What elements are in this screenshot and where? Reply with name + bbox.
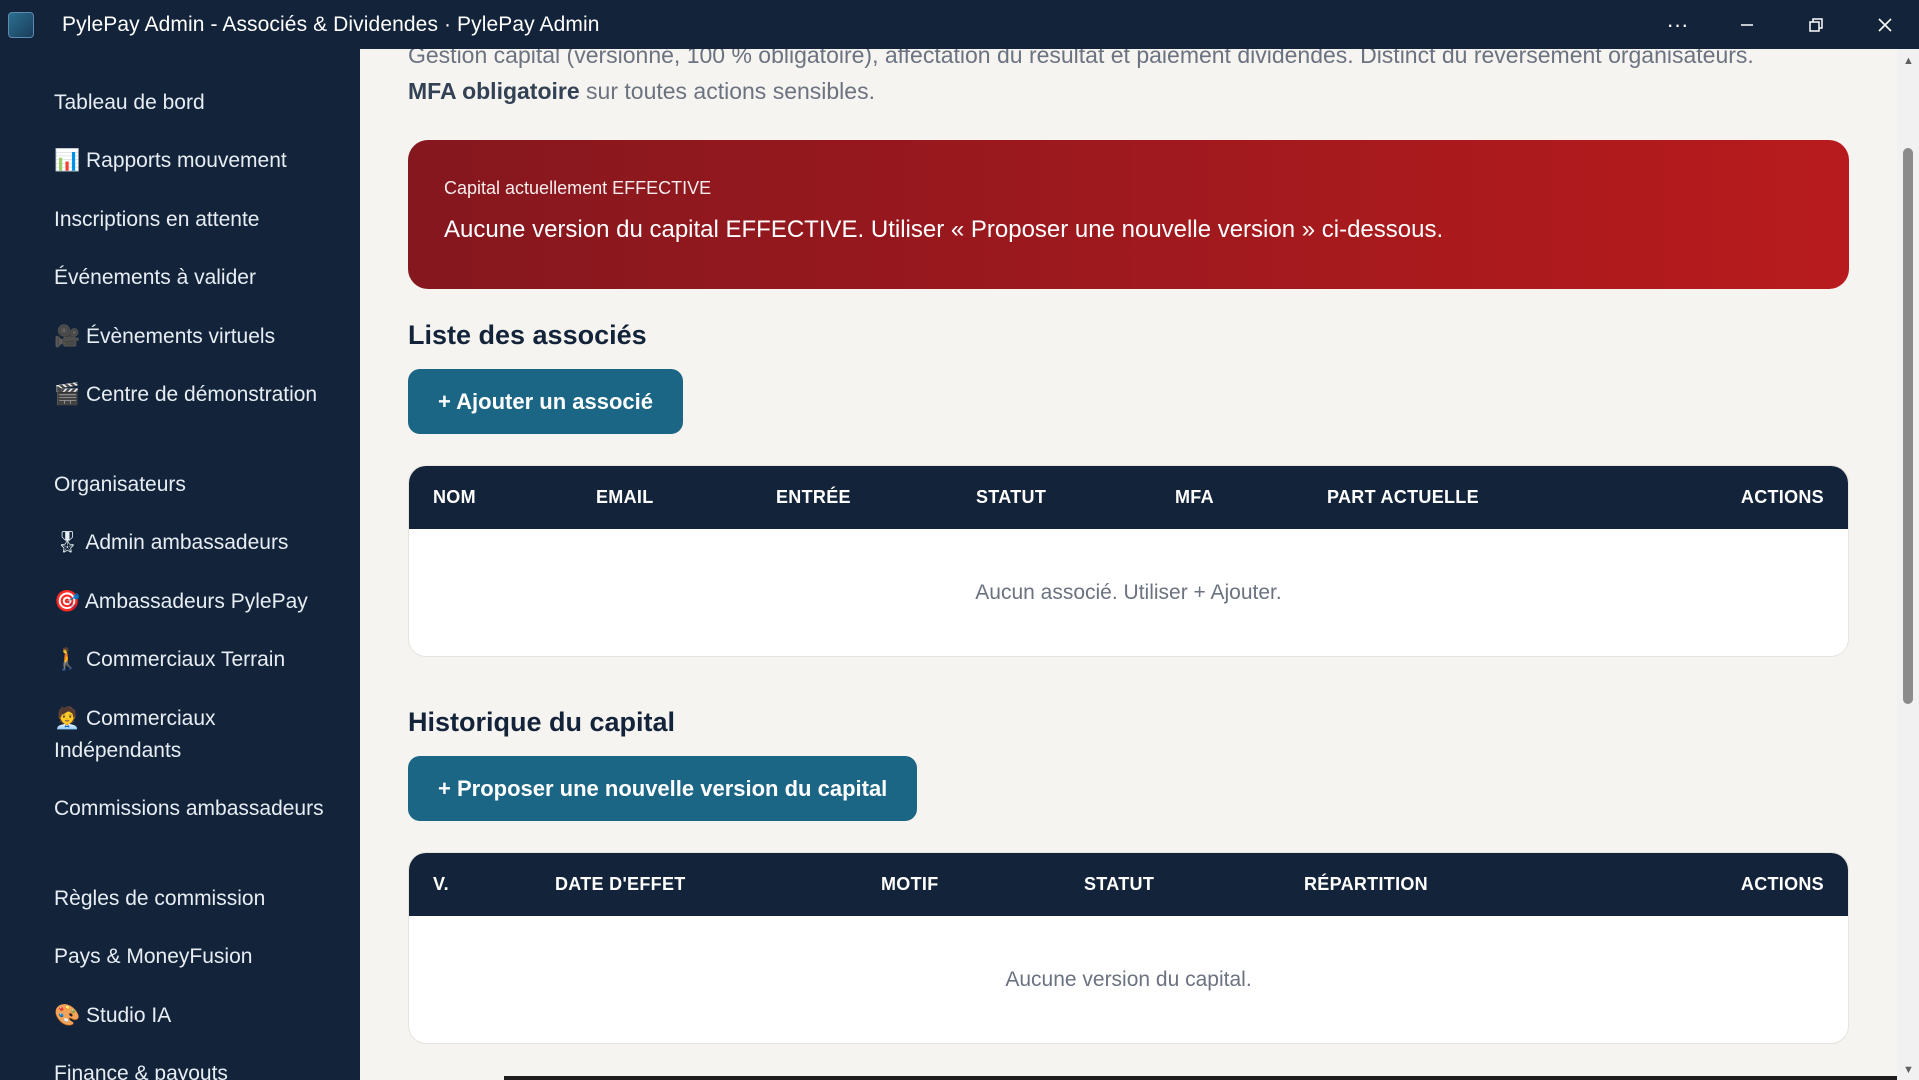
- sidebar-item-dashboard[interactable]: Tableau de bord: [54, 87, 334, 119]
- horizontal-scrollbar[interactable]: [504, 1076, 1897, 1080]
- column-header-actions: ACTIONS: [1740, 874, 1824, 894]
- capital-table-header: V. DATE D'EFFET MOTIF STATUT RÉPARTITION…: [409, 853, 1848, 916]
- vertical-scrollbar[interactable]: ▲ ▼: [1897, 49, 1919, 1080]
- sidebar-item-virtual-events[interactable]: 🎥 Évènements virtuels: [54, 321, 334, 353]
- associates-table-header: NOM EMAIL ENTRÉE STATUT MFA PART ACTUELL…: [409, 466, 1848, 529]
- sidebar-item-pending-registrations[interactable]: Inscriptions en attente: [54, 204, 334, 236]
- associates-empty-state: Aucun associé. Utiliser + Ajouter.: [975, 581, 1282, 604]
- sidebar-item-organizers[interactable]: Organisateurs: [54, 469, 334, 501]
- column-header-version[interactable]: V.: [433, 853, 449, 916]
- more-options-button[interactable]: ···: [1643, 0, 1712, 49]
- scroll-down-arrow-icon[interactable]: ▼: [1903, 1064, 1914, 1076]
- intro-text: Gestion capital (versionné, 100 % obliga…: [408, 49, 1754, 68]
- associates-section-title: Liste des associés: [408, 320, 647, 350]
- close-button[interactable]: [1850, 0, 1919, 49]
- capital-history-table: V. DATE D'EFFET MOTIF STATUT RÉPARTITION…: [408, 852, 1849, 1044]
- associates-table-body: Aucun associé. Utiliser + Ajouter.: [409, 529, 1848, 656]
- window-controls: ···: [1643, 0, 1919, 49]
- restore-icon: [1808, 17, 1823, 32]
- sidebar-item-ambassadors[interactable]: 🎯 Ambassadeurs PylePay: [54, 586, 334, 618]
- column-header-repartition[interactable]: RÉPARTITION: [1304, 853, 1428, 916]
- close-icon: [1877, 17, 1892, 32]
- add-associate-button[interactable]: + Ajouter un associé: [408, 369, 683, 434]
- sidebar-item-ambassador-commissions[interactable]: Commissions ambassadeurs: [54, 793, 334, 825]
- sidebar-nav: Tableau de bord 📊 Rapports mouvement Ins…: [0, 49, 360, 1080]
- capital-alert: Capital actuellement EFFECTIVE Aucune ve…: [408, 140, 1849, 289]
- sidebar-item-finance-payouts[interactable]: Finance & payouts: [54, 1058, 334, 1080]
- column-header-motif[interactable]: MOTIF: [881, 853, 939, 916]
- sidebar-item-countries[interactable]: Pays & MoneyFusion: [54, 941, 334, 973]
- scroll-up-arrow-icon[interactable]: ▲: [1903, 55, 1914, 67]
- sidebar-item-commission-rules[interactable]: Règles de commission: [54, 883, 334, 915]
- propose-capital-version-button[interactable]: + Proposer une nouvelle version du capit…: [408, 756, 918, 821]
- minimize-icon: [1740, 23, 1753, 26]
- restore-button[interactable]: [1781, 0, 1850, 49]
- column-header-statut[interactable]: STATUT: [976, 466, 1046, 529]
- sidebar-item-demo-center[interactable]: 🎬 Centre de démonstration: [54, 379, 334, 411]
- column-header-nom[interactable]: NOM: [433, 466, 476, 529]
- sidebar-item-independent-sales[interactable]: 🧑‍💼 Commerciaux Indépendants: [54, 703, 334, 767]
- capital-history-section-title: Historique du capital: [408, 707, 676, 737]
- sidebar-item-ambassador-admin[interactable]: 🎖 Admin ambassadeurs: [54, 527, 334, 559]
- capital-empty-state: Aucune version du capital.: [1005, 968, 1252, 991]
- column-header-entree[interactable]: ENTRÉE: [776, 466, 851, 529]
- app-logo-icon: [8, 11, 34, 38]
- sidebar-item-field-sales[interactable]: 🚶 Commerciaux Terrain: [54, 644, 334, 676]
- scrollbar-thumb[interactable]: [1903, 148, 1913, 704]
- minimize-button[interactable]: [1712, 0, 1781, 49]
- column-header-part-actuelle[interactable]: PART ACTUELLE: [1327, 466, 1479, 529]
- column-header-email[interactable]: EMAIL: [596, 466, 654, 529]
- column-header-statut[interactable]: STATUT: [1084, 853, 1154, 916]
- page-description: Gestion capital (versionné, 100 % obliga…: [408, 49, 1878, 109]
- sidebar-item-events-to-validate[interactable]: Événements à valider: [54, 262, 334, 294]
- sidebar-item-ai-studio[interactable]: 🎨 Studio IA: [54, 1000, 334, 1032]
- column-header-mfa[interactable]: MFA: [1175, 466, 1214, 529]
- window-title: PylePay Admin - Associés & Dividendes · …: [62, 12, 600, 36]
- intro-mfa-emphasis: MFA obligatoire: [408, 78, 580, 104]
- column-header-date-effet[interactable]: DATE D'EFFET: [555, 853, 686, 916]
- alert-message: Aucune version du capital EFFECTIVE. Uti…: [444, 216, 1444, 243]
- intro-text-rest: sur toutes actions sensibles.: [579, 78, 875, 104]
- associates-table: NOM EMAIL ENTRÉE STATUT MFA PART ACTUELL…: [408, 465, 1849, 657]
- capital-table-body: Aucune version du capital.: [409, 916, 1848, 1043]
- alert-label: Capital actuellement EFFECTIVE: [444, 178, 712, 198]
- main-content: Gestion capital (versionné, 100 % obliga…: [360, 49, 1897, 1080]
- sidebar-item-movement-reports[interactable]: 📊 Rapports mouvement: [54, 145, 334, 177]
- column-header-actions: ACTIONS: [1740, 487, 1824, 507]
- title-bar: PylePay Admin - Associés & Dividendes · …: [0, 0, 1919, 49]
